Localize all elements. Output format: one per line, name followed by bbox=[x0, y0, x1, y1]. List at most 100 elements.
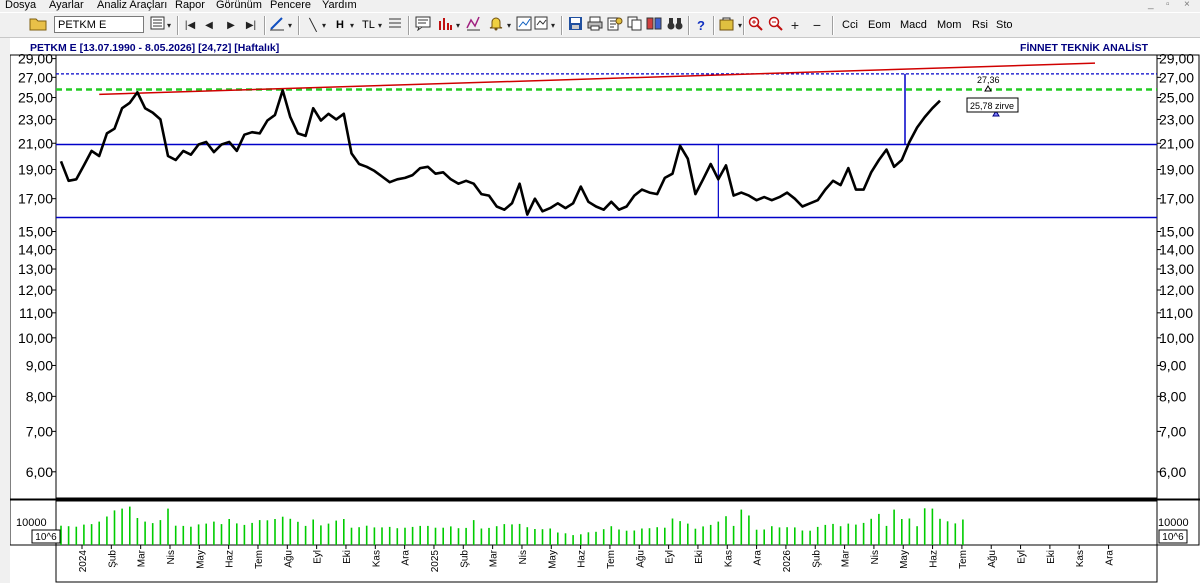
chevron-down-icon[interactable]: ▾ bbox=[549, 16, 557, 35]
y-tick-label-right: 17,00 bbox=[1159, 191, 1194, 207]
x-tick-label: Tem bbox=[254, 550, 265, 569]
y-tick-label-right: 12,00 bbox=[1159, 282, 1194, 298]
level-label-zirve: 25,78 zirve bbox=[970, 101, 1014, 111]
plus-icon[interactable]: + bbox=[788, 16, 802, 35]
chevron-down-icon[interactable]: ▾ bbox=[165, 16, 173, 35]
menu-yardim[interactable]: Yardım bbox=[322, 0, 357, 11]
zoom-in-icon[interactable] bbox=[747, 16, 765, 35]
chevron-down-icon[interactable]: ▾ bbox=[505, 16, 513, 35]
y-tick-label-right: 23,00 bbox=[1159, 111, 1194, 127]
line-tool-icon[interactable]: ╲ bbox=[306, 16, 320, 35]
volume-bar bbox=[281, 516, 284, 545]
volume-bar bbox=[197, 524, 200, 545]
volume-bar bbox=[725, 516, 727, 545]
help-icon[interactable]: ? bbox=[693, 16, 709, 35]
minus-icon[interactable]: − bbox=[810, 16, 824, 35]
volume-bar bbox=[824, 524, 827, 545]
volume-bar bbox=[809, 530, 811, 545]
volume-bar bbox=[939, 518, 941, 545]
x-tick-label: Ara bbox=[1105, 550, 1116, 566]
save-icon[interactable] bbox=[566, 16, 584, 35]
volume-bar bbox=[679, 521, 681, 545]
volume-bar bbox=[503, 524, 506, 545]
volume-bar bbox=[320, 525, 322, 545]
last-icon[interactable]: ▶| bbox=[243, 16, 259, 35]
indicator-icon[interactable] bbox=[515, 16, 533, 35]
x-tick-label: Tem bbox=[958, 550, 969, 569]
compare-icon[interactable] bbox=[645, 16, 663, 35]
menu-pencere[interactable]: Pencere bbox=[270, 0, 311, 11]
chevron-down-icon[interactable]: ▾ bbox=[376, 16, 384, 35]
indicator-rsi-button[interactable]: Rsi bbox=[972, 16, 988, 35]
binoculars-icon[interactable] bbox=[666, 16, 684, 35]
minimize-button[interactable]: _ bbox=[1148, 0, 1154, 10]
scale-icon[interactable] bbox=[464, 16, 482, 35]
menu-dosya[interactable]: Dosya bbox=[5, 0, 36, 11]
menu-rapor[interactable]: Rapor bbox=[175, 0, 205, 11]
indicator-cci-button[interactable]: Cci bbox=[842, 16, 858, 35]
close-button[interactable]: × bbox=[1184, 0, 1190, 10]
open-folder-icon[interactable] bbox=[28, 16, 48, 35]
volume-bar bbox=[427, 525, 429, 545]
chart-style-icon[interactable] bbox=[533, 16, 549, 35]
volume-bar bbox=[98, 521, 100, 545]
chart-header-left: PETKM E [13.07.1990 - 8.05.2026] [24,72]… bbox=[30, 42, 279, 54]
drawing-icon[interactable] bbox=[268, 16, 286, 35]
price-chart[interactable]: 29,00 29,0027,00 27,0025,00 25,0023,00 23,00… bbox=[10, 38, 1200, 583]
volume-bar bbox=[381, 527, 383, 545]
volume-bar bbox=[480, 528, 483, 545]
zoom-out-icon[interactable] bbox=[767, 16, 785, 35]
volume-bar bbox=[778, 527, 781, 545]
volume-bar bbox=[113, 510, 116, 545]
alarm-bell-icon[interactable] bbox=[487, 16, 505, 35]
trendline-icon[interactable]: TL bbox=[362, 16, 375, 35]
text-tool-icon[interactable] bbox=[386, 16, 404, 35]
volume-bar bbox=[962, 519, 964, 545]
x-tick-label: 2025 bbox=[430, 550, 441, 573]
volume-bar bbox=[801, 530, 804, 545]
chevron-down-icon[interactable]: ▾ bbox=[320, 16, 328, 35]
color-icon[interactable] bbox=[718, 16, 736, 35]
comment-icon[interactable] bbox=[414, 16, 432, 35]
volume-bar bbox=[954, 523, 957, 545]
volume-bar bbox=[878, 513, 880, 545]
x-tick-label: Kas bbox=[371, 550, 382, 567]
y-tick-label-right: 29,00 bbox=[1159, 51, 1194, 67]
volume-bar bbox=[243, 524, 246, 545]
x-tick-label: Mar bbox=[137, 549, 148, 567]
separator bbox=[264, 16, 266, 35]
indicator-macd-button[interactable]: Macd bbox=[900, 16, 927, 35]
volume-bar bbox=[786, 527, 788, 545]
volume-bar bbox=[266, 520, 269, 545]
indicator-mom-button[interactable]: Mom bbox=[937, 16, 961, 35]
copy-icon[interactable] bbox=[626, 16, 644, 35]
chevron-down-icon[interactable]: ▾ bbox=[286, 16, 294, 35]
chart-window[interactable]: 29,00 29,00 27,00 27,00 25,00 25,00 23,00 23,00… bbox=[10, 38, 1200, 583]
volume-bar bbox=[541, 529, 544, 545]
y-tick-label-left: 19,00 bbox=[18, 161, 53, 177]
y-tick-label-left: 12,00 bbox=[18, 282, 53, 298]
next-icon[interactable]: ▶ bbox=[224, 16, 238, 35]
symbol-combo[interactable]: PETKM E bbox=[54, 16, 144, 33]
chevron-down-icon[interactable]: ▾ bbox=[348, 16, 356, 35]
volume-bar bbox=[350, 527, 353, 545]
print-icon[interactable] bbox=[586, 16, 604, 35]
chevron-down-icon[interactable]: ▾ bbox=[454, 16, 462, 35]
volume-bar bbox=[923, 508, 926, 545]
chart-type-icon[interactable] bbox=[148, 16, 166, 35]
horizontal-line-icon[interactable]: H bbox=[336, 16, 344, 35]
bar-chart-icon[interactable] bbox=[436, 16, 454, 35]
y-tick-label-left: 10,00 bbox=[18, 330, 53, 346]
volume-bar bbox=[671, 518, 674, 545]
properties-icon[interactable] bbox=[606, 16, 624, 35]
y-tick-label-right: 8,00 bbox=[1159, 388, 1186, 404]
indicator-eom-button[interactable]: Eom bbox=[868, 16, 891, 35]
volume-bar bbox=[633, 530, 636, 545]
menu-ayarlar[interactable]: Ayarlar bbox=[49, 0, 84, 11]
restore-button[interactable]: ▫ bbox=[1166, 0, 1170, 10]
indicator-sto-button[interactable]: Sto bbox=[996, 16, 1013, 35]
menu-analiz-araclari[interactable]: Analiz Araçları bbox=[97, 0, 167, 11]
menu-gorunum[interactable]: Görünüm bbox=[216, 0, 262, 11]
prev-icon[interactable]: ◀ bbox=[202, 16, 216, 35]
first-icon[interactable]: |◀ bbox=[182, 16, 198, 35]
